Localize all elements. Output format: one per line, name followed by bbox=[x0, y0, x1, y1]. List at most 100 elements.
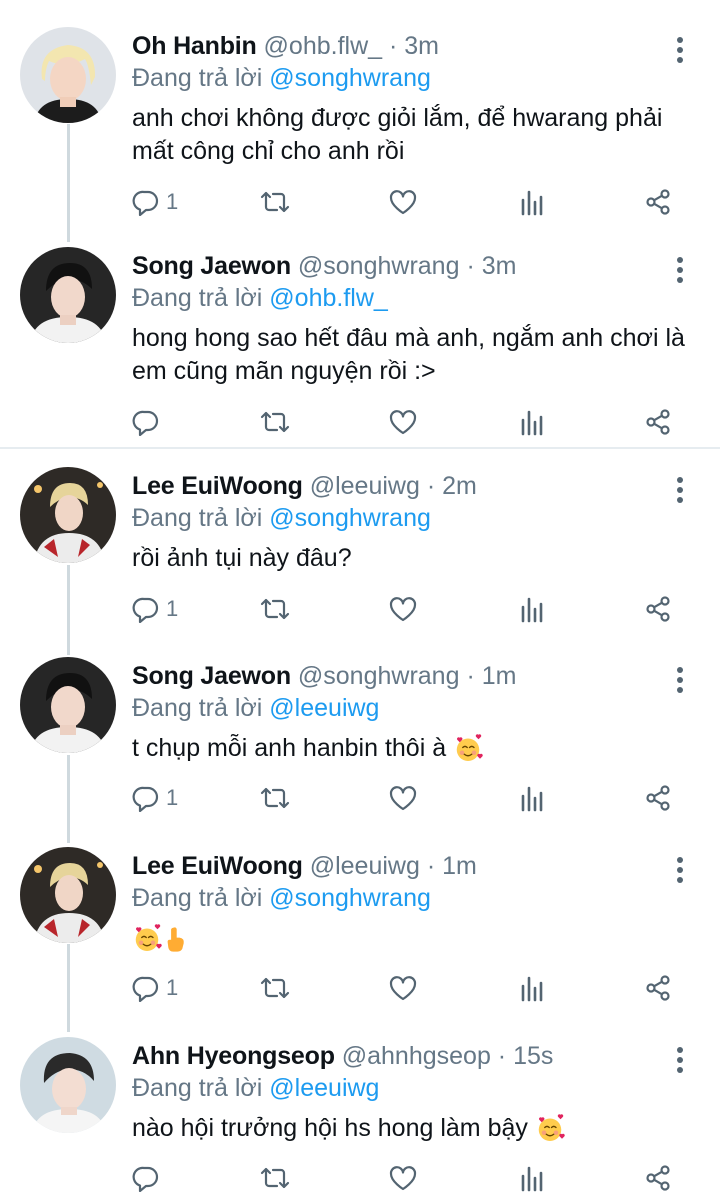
thread-divider bbox=[0, 447, 720, 449]
share-icon bbox=[644, 595, 672, 623]
replying-label: Đang trả lời bbox=[132, 284, 263, 312]
tweet-text: rồi ảnh tụi này đâu? bbox=[132, 544, 352, 572]
tweet[interactable]: Song Jaewon @songhwrang · 3m Đang trả lờ… bbox=[0, 240, 720, 445]
display-name[interactable]: Lee EuiWoong bbox=[132, 852, 303, 880]
share-icon bbox=[644, 408, 672, 436]
mention-link[interactable]: @songhwrang bbox=[269, 504, 431, 532]
share-button[interactable] bbox=[644, 1158, 672, 1198]
display-name[interactable]: Song Jaewon bbox=[132, 252, 291, 280]
timestamp[interactable]: · 1m bbox=[427, 852, 477, 880]
avatar[interactable] bbox=[20, 467, 116, 563]
timestamp[interactable]: · 3m bbox=[389, 32, 439, 60]
tweet-actions: 1 bbox=[132, 968, 692, 1008]
tweet[interactable]: Ahn Hyeongseop @ahnhgseop · 15s Đang trả… bbox=[0, 1030, 720, 1204]
analytics-button[interactable] bbox=[519, 182, 545, 222]
display-name[interactable]: Oh Hanbin bbox=[132, 32, 257, 60]
analytics-button[interactable] bbox=[519, 778, 545, 818]
more-options-icon[interactable] bbox=[668, 474, 692, 506]
analytics-button[interactable] bbox=[519, 1158, 545, 1198]
more-options-icon[interactable] bbox=[668, 854, 692, 886]
user-handle[interactable]: @leeuiwg bbox=[310, 852, 420, 880]
tweet[interactable]: Lee EuiWoong @leeuiwg · 1m Đang trả lời … bbox=[0, 840, 720, 1030]
retweet-button[interactable] bbox=[259, 402, 291, 442]
display-name[interactable]: Song Jaewon bbox=[132, 662, 291, 690]
avatar[interactable] bbox=[20, 657, 116, 753]
reply-count: 1 bbox=[166, 596, 179, 621]
share-button[interactable] bbox=[644, 589, 672, 629]
user-handle[interactable]: @ahnhgseop bbox=[342, 1042, 491, 1070]
more-options-icon[interactable] bbox=[668, 34, 692, 66]
reply-count: 1 bbox=[166, 189, 179, 214]
reply-button[interactable] bbox=[132, 1158, 166, 1198]
tweet-actions: 1 bbox=[132, 589, 692, 629]
mention-link[interactable]: @leeuiwg bbox=[269, 694, 379, 722]
tweet[interactable]: Lee EuiWoong @leeuiwg · 2m Đang trả lời … bbox=[0, 460, 720, 650]
heart-icon bbox=[388, 595, 418, 623]
like-button[interactable] bbox=[388, 402, 418, 442]
heart-icon bbox=[388, 974, 418, 1002]
share-icon bbox=[644, 974, 672, 1002]
mention-link[interactable]: @ohb.flw_ bbox=[269, 284, 388, 312]
analytics-button[interactable] bbox=[519, 589, 545, 629]
share-icon bbox=[644, 1164, 672, 1192]
tweet-header: Lee EuiWoong @leeuiwg · 2m bbox=[132, 470, 477, 502]
tweet-text: hong hong sao hết đâu mà anh, ngắm anh c… bbox=[132, 324, 685, 385]
analytics-button[interactable] bbox=[519, 968, 545, 1008]
tweet-text: anh chơi không được giỏi lắm, để hwarang… bbox=[132, 104, 663, 165]
reply-icon bbox=[132, 1164, 160, 1192]
user-handle[interactable]: @ohb.flw_ bbox=[264, 32, 383, 60]
user-handle[interactable]: @leeuiwg bbox=[310, 472, 420, 500]
avatar[interactable] bbox=[20, 27, 116, 123]
replying-to: Đang trả lời @songhwrang bbox=[132, 62, 431, 94]
retweet-icon bbox=[259, 974, 291, 1002]
timestamp[interactable]: · 2m bbox=[427, 472, 477, 500]
like-button[interactable] bbox=[388, 589, 418, 629]
more-options-icon[interactable] bbox=[668, 1044, 692, 1076]
analytics-button[interactable] bbox=[519, 402, 545, 442]
retweet-button[interactable] bbox=[259, 1158, 291, 1198]
mention-link[interactable]: @songhwrang bbox=[269, 64, 431, 92]
replying-to: Đang trả lời @songhwrang bbox=[132, 502, 431, 534]
reply-button[interactable]: 1 bbox=[132, 778, 178, 818]
timestamp[interactable]: · 1m bbox=[466, 662, 516, 690]
mention-link[interactable]: @songhwrang bbox=[269, 884, 431, 912]
reply-button[interactable]: 1 bbox=[132, 182, 178, 222]
retweet-button[interactable] bbox=[259, 968, 291, 1008]
heart-icon bbox=[388, 408, 418, 436]
timestamp[interactable]: · 3m bbox=[466, 252, 516, 280]
avatar[interactable] bbox=[20, 247, 116, 343]
tweet[interactable]: Oh Hanbin @ohb.flw_ · 3m Đang trả lời @s… bbox=[0, 20, 720, 250]
share-button[interactable] bbox=[644, 182, 672, 222]
display-name[interactable]: Ahn Hyeongseop bbox=[132, 1042, 335, 1070]
display-name[interactable]: Lee EuiWoong bbox=[132, 472, 303, 500]
replying-to: Đang trả lời @leeuiwg bbox=[132, 692, 379, 724]
retweet-button[interactable] bbox=[259, 182, 291, 222]
share-button[interactable] bbox=[644, 402, 672, 442]
reply-button[interactable] bbox=[132, 402, 166, 442]
like-button[interactable] bbox=[388, 968, 418, 1008]
like-button[interactable] bbox=[388, 1158, 418, 1198]
stats-icon bbox=[519, 784, 545, 812]
tweet-actions bbox=[132, 402, 692, 442]
avatar[interactable] bbox=[20, 1037, 116, 1133]
tweet-header: Oh Hanbin @ohb.flw_ · 3m bbox=[132, 30, 439, 62]
replying-to: Đang trả lời @songhwrang bbox=[132, 882, 431, 914]
mention-link[interactable]: @leeuiwg bbox=[269, 1074, 379, 1102]
like-button[interactable] bbox=[388, 778, 418, 818]
user-handle[interactable]: @songhwrang bbox=[298, 662, 460, 690]
avatar[interactable] bbox=[20, 847, 116, 943]
tweet-actions bbox=[132, 1158, 692, 1198]
more-options-icon[interactable] bbox=[668, 664, 692, 696]
user-handle[interactable]: @songhwrang bbox=[298, 252, 460, 280]
retweet-button[interactable] bbox=[259, 589, 291, 629]
more-options-icon[interactable] bbox=[668, 254, 692, 286]
share-button[interactable] bbox=[644, 778, 672, 818]
tweet[interactable]: Song Jaewon @songhwrang · 1m Đang trả lờ… bbox=[0, 650, 720, 840]
reply-button[interactable]: 1 bbox=[132, 968, 178, 1008]
share-button[interactable] bbox=[644, 968, 672, 1008]
retweet-button[interactable] bbox=[259, 778, 291, 818]
reply-icon bbox=[132, 974, 160, 1002]
reply-button[interactable]: 1 bbox=[132, 589, 178, 629]
like-button[interactable] bbox=[388, 182, 418, 222]
timestamp[interactable]: · 15s bbox=[498, 1042, 554, 1070]
